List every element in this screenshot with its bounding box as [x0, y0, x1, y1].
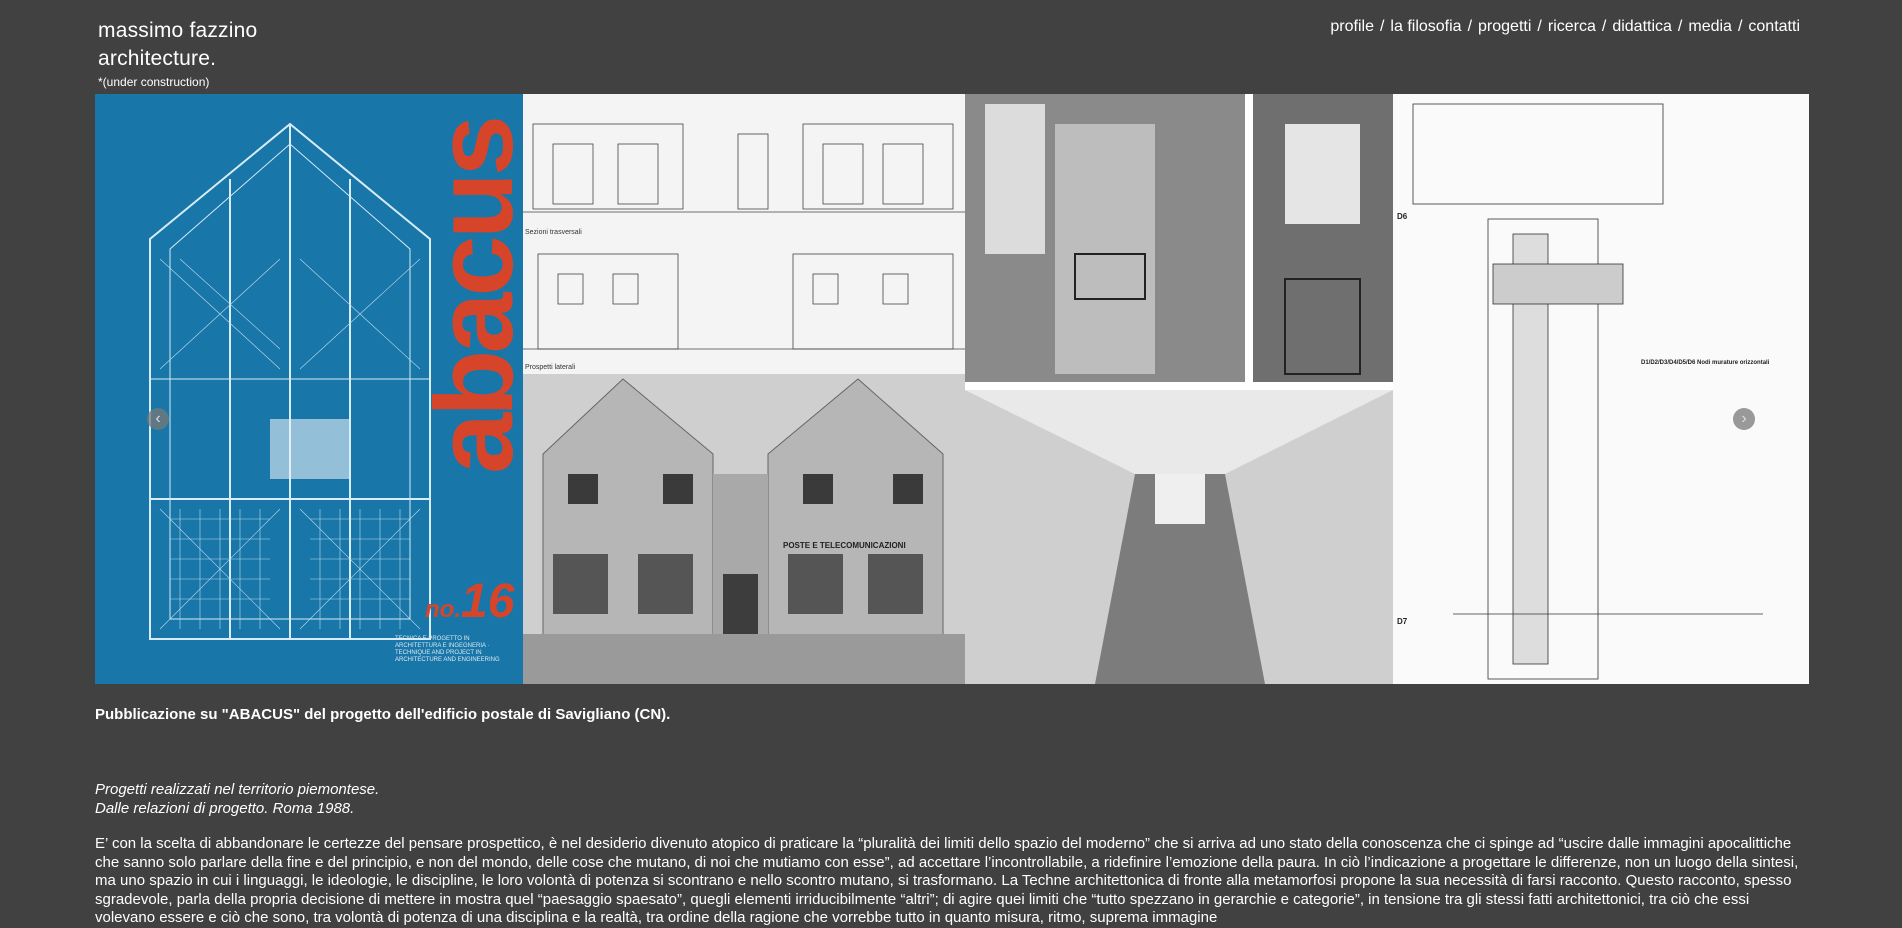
- nav-separator: /: [1677, 18, 1683, 35]
- cover-issue-prefix: no.: [425, 596, 461, 623]
- nav-separator: /: [1379, 18, 1385, 35]
- nav-separator: /: [1601, 18, 1607, 35]
- nav-separator: /: [1737, 18, 1743, 35]
- nav-la-filosofia[interactable]: la filosofia: [1390, 17, 1461, 37]
- subtitle-line-2: Dalle relazioni di progetto. Roma 1988.: [95, 800, 355, 817]
- slider-next-button[interactable]: ›: [1733, 408, 1755, 430]
- cover-issue-number: 16: [461, 575, 515, 628]
- project-description: E’ con la scelta di abbandonare le certe…: [95, 835, 1799, 926]
- main-nav: profile / la filosofia / progetti / rice…: [1330, 17, 1800, 37]
- nav-ricerca[interactable]: ricerca: [1548, 17, 1596, 37]
- drawing-label-elevations: Prospetti laterali: [525, 364, 576, 371]
- post-office-sign: POSTE E TELECOMUNICAZIONI: [783, 541, 906, 550]
- nav-progetti[interactable]: progetti: [1478, 17, 1531, 37]
- abacus-cover-image: abacus no.16 TECNICA E PROGETTO IN ARCHI…: [95, 94, 523, 684]
- construction-note: *(under construction): [98, 75, 210, 89]
- elevation-drawings-image: Sezioni trasversali Prospetti laterali: [523, 94, 965, 374]
- slide-caption: Pubblicazione su "ABACUS" del progetto d…: [95, 706, 671, 723]
- cover-wireframe-illustration: [149, 122, 431, 640]
- drawings-sheet: Sezioni trasversali Prospetti laterali: [523, 123, 965, 371]
- drawing-label-sections: Sezioni trasversali: [525, 229, 582, 236]
- nav-media[interactable]: media: [1688, 17, 1732, 37]
- logo-subtitle[interactable]: architecture.: [98, 45, 257, 73]
- interior-photos: [965, 94, 1393, 684]
- cover-issue: no.16: [425, 574, 514, 629]
- cover-tagline: TECNICA E PROGETTO IN ARCHITETTURA E ING…: [395, 636, 500, 663]
- site-logo[interactable]: massimo fazzino architecture. *(under co…: [98, 17, 257, 89]
- project-subtitle: Progetti realizzati nel territorio piemo…: [95, 780, 379, 818]
- post-office-facade-photo: POSTE E TELECOMUNICAZIONI: [523, 374, 965, 684]
- detail-label-d6: D6: [1397, 212, 1408, 221]
- slider-prev-button[interactable]: ‹: [147, 408, 169, 430]
- image-slider[interactable]: abacus no.16 TECNICA E PROGETTO IN ARCHI…: [95, 94, 1809, 684]
- nav-profile[interactable]: profile: [1330, 17, 1374, 37]
- interior-photos-image: [965, 94, 1393, 684]
- facade-photo: POSTE E TELECOMUNICAZIONI: [523, 374, 965, 684]
- nav-didattica[interactable]: didattica: [1612, 17, 1672, 37]
- nav-separator: /: [1467, 18, 1473, 35]
- detail-label-d7: D7: [1397, 617, 1408, 626]
- logo-name[interactable]: massimo fazzino: [98, 17, 257, 45]
- detail-legend-title: D1/D2/D3/D4/D5/D6 Nodi murature orizzont…: [1641, 360, 1770, 366]
- nav-separator: /: [1537, 18, 1542, 35]
- subtitle-line-1: Progetti realizzati nel territorio piemo…: [95, 781, 380, 798]
- nav-contatti[interactable]: contatti: [1748, 17, 1800, 37]
- detail-drawing: D6 D7 D1/D2/D3/D4/D5/D6 Nodi murature or…: [1393, 94, 1809, 684]
- construction-detail-drawing: D6 D7 D1/D2/D3/D4/D5/D6 Nodi murature or…: [1393, 94, 1809, 684]
- cover-title: abacus: [413, 118, 523, 474]
